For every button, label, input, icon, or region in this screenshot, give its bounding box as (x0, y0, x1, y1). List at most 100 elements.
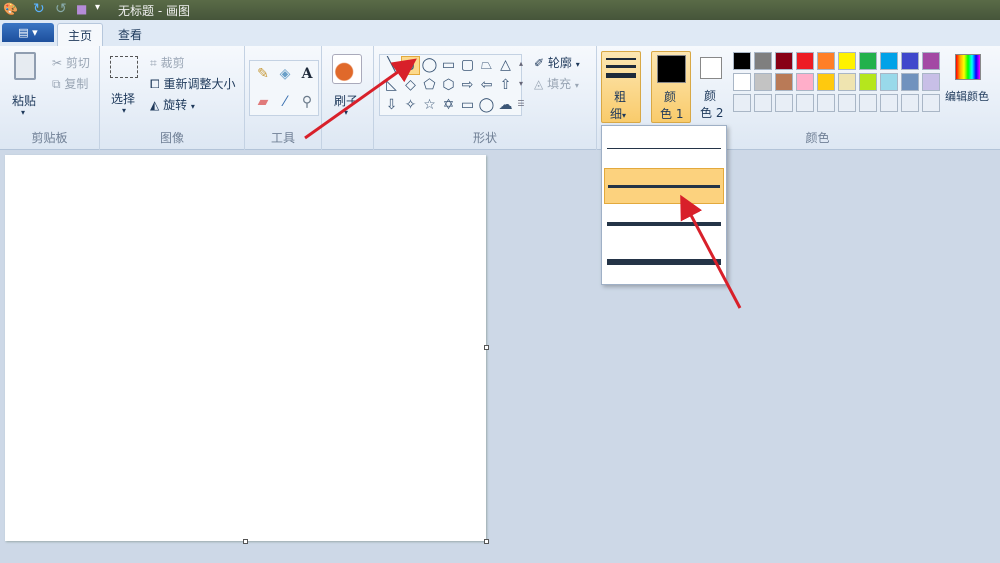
shape-hexagon-icon[interactable]: ⬡ (439, 76, 458, 95)
brushes-button[interactable]: 刷子 ▾ (330, 52, 366, 117)
rotate-icon: ◭ (150, 98, 160, 112)
shape-polygon-icon[interactable]: ⏢ (477, 56, 496, 75)
shape-rounded-rectangle-icon[interactable]: ▢ (458, 56, 477, 75)
tools-palette: ✎ ◈ A ▰ ⁄ ⚲ (249, 60, 319, 116)
tab-home[interactable]: 主页 (57, 23, 104, 46)
shape-up-arrow-icon[interactable]: ⇧ (496, 76, 515, 95)
size-option[interactable] (604, 244, 724, 280)
chevron-down-icon: ▾ (622, 111, 627, 120)
chevron-down-icon: ▾ (122, 106, 127, 115)
crop-button[interactable]: ⌗ 裁剪 (150, 54, 185, 71)
chevron-down-icon: ▾ (344, 108, 349, 117)
size-line (607, 222, 721, 226)
rotate-button[interactable]: ◭ 旋转 ▾ (150, 96, 195, 113)
clipboard-group: 粘贴 ▾ ✂ 剪切 ⧉ 复制 剪贴板 (0, 46, 100, 150)
clipboard-icon (14, 52, 36, 80)
resize-button[interactable]: ⧠ 重新调整大小 (150, 75, 235, 92)
size-option[interactable] (604, 130, 724, 166)
save-icon[interactable]: ■ (76, 2, 87, 16)
shape-six-point-star-icon[interactable]: ✡ (439, 96, 458, 115)
size-icon-line (606, 73, 636, 78)
size-icon (606, 58, 636, 60)
size-label: 粗 (614, 90, 627, 104)
text-icon[interactable]: A (296, 63, 318, 85)
outline-button[interactable]: ✐ 轮廓 ▾ (534, 54, 580, 71)
shape-triangle-icon[interactable]: △ (496, 56, 515, 75)
chevron-down-icon: ▾ (21, 108, 26, 117)
fill-button[interactable]: ◬ 填充 ▾ (534, 75, 579, 92)
paste-label: 粘贴 (12, 94, 37, 108)
shape-cloud-callout-icon[interactable]: ☁ (496, 96, 515, 115)
shape-pentagon-icon[interactable]: ⬠ (420, 76, 439, 95)
ribbon-tabs: ▤ ▾ 主页 查看 (0, 20, 1000, 46)
resize-handle-right[interactable] (484, 345, 489, 350)
size-label-text: 细 (610, 107, 623, 121)
brushes-label: 刷子 (334, 94, 359, 108)
chevron-down-icon: ▾ (190, 102, 195, 111)
size-line (608, 184, 720, 188)
fill-bucket-icon: ◬ (534, 77, 544, 91)
shape-oval-callout-icon[interactable]: ◯ (477, 96, 496, 115)
resize-handle-bottom[interactable] (243, 539, 248, 544)
expand-gallery-icon[interactable]: ☰ (515, 94, 527, 114)
shape-diamond-icon[interactable]: ◇ (401, 76, 420, 95)
size-option[interactable] (604, 168, 724, 204)
shape-left-arrow-icon[interactable]: ⇦ (477, 76, 496, 95)
shape-down-arrow-icon[interactable]: ⇩ (382, 96, 401, 115)
scissors-icon: ✂ (52, 56, 63, 70)
select-label: 选择 (111, 92, 136, 106)
select-button[interactable]: 选择 ▾ (108, 54, 142, 116)
paint-app-icon[interactable]: 🎨 (3, 2, 18, 16)
resize-handle-corner[interactable] (484, 539, 489, 544)
size-option[interactable] (604, 206, 724, 242)
shape-line-icon[interactable]: ╲ (382, 56, 401, 75)
eraser-icon[interactable]: ▰ (252, 91, 274, 113)
shape-five-point-star-icon[interactable]: ☆ (420, 96, 439, 115)
size-line (607, 147, 721, 149)
file-menu-icon: ▤ ▾ (18, 26, 38, 39)
cut-label: 剪切 (65, 56, 90, 70)
pencil-icon[interactable]: ✎ (252, 63, 274, 85)
shape-right-arrow-icon[interactable]: ⇨ (458, 76, 477, 95)
quick-access-dropdown-icon[interactable]: ▾ (95, 2, 100, 13)
shapes-gallery: ╲ ∪ ◯ ▭ ▢ ⏢ △ ◺ ◇ ⬠ ⬡ ⇨ ⇦ ⇧ ⇩ ✧ ☆ ✡ ▭ ◯ ☁ (379, 54, 522, 116)
file-menu-button[interactable]: ▤ ▾ (2, 23, 54, 42)
tab-view[interactable]: 查看 (108, 23, 152, 46)
ribbon: 粘贴 ▾ ✂ 剪切 ⧉ 复制 剪贴板 选择 ▾ ⌗ 裁剪 ⧠ 重新调整大小 ◭ … (0, 46, 1000, 150)
undo-icon[interactable]: ↺ (55, 1, 67, 17)
paste-button[interactable]: 粘贴 ▾ (8, 50, 44, 117)
redo-icon[interactable]: ↻ (33, 1, 45, 17)
crop-icon: ⌗ (150, 56, 157, 70)
scroll-down-icon[interactable]: ▾ (515, 74, 527, 94)
drawing-canvas[interactable] (5, 155, 486, 541)
clipboard-group-label: 剪贴板 (31, 131, 68, 145)
shape-four-point-star-icon[interactable]: ✧ (401, 96, 420, 115)
fill-label: 填充 (547, 77, 572, 91)
shape-rectangle-icon[interactable]: ▭ (439, 56, 458, 75)
copy-label: 复制 (64, 77, 89, 91)
copy-icon: ⧉ (52, 77, 61, 91)
shape-oval-icon[interactable]: ◯ (420, 56, 439, 75)
image-group: 选择 ▾ ⌗ 裁剪 ⧠ 重新调整大小 ◭ 旋转 ▾ 图像 (100, 46, 245, 150)
size-line (607, 259, 721, 265)
crop-label: 裁剪 (160, 56, 185, 70)
brushes-group: 刷子 ▾ (322, 46, 374, 150)
scroll-up-icon[interactable]: ▴ (515, 54, 527, 74)
outline-label: 轮廓 (547, 56, 572, 70)
shape-rounded-callout-icon[interactable]: ▭ (458, 96, 477, 115)
resize-icon: ⧠ (150, 77, 160, 91)
rotate-label: 旋转 (163, 98, 188, 112)
shapes-scroll[interactable]: ▴ ▾ ☰ (515, 54, 527, 116)
image-group-label: 图像 (159, 131, 184, 145)
window-title: 无标题 - 画图 (118, 4, 190, 18)
brush-icon (332, 54, 362, 84)
cut-button[interactable]: ✂ 剪切 (52, 54, 90, 71)
color-picker-icon[interactable]: ⁄ (274, 91, 296, 113)
size-button[interactable]: 粗 细▾ (601, 51, 641, 123)
shape-right-triangle-icon[interactable]: ◺ (382, 76, 401, 95)
title-bar: 🎨 ↻ ↺ ■ ▾ 无标题 - 画图 (0, 0, 1000, 20)
copy-button[interactable]: ⧉ 复制 (52, 75, 88, 92)
magnifier-icon[interactable]: ⚲ (296, 91, 318, 113)
shape-curve-icon[interactable]: ∪ (401, 56, 420, 75)
fill-icon[interactable]: ◈ (274, 63, 296, 85)
